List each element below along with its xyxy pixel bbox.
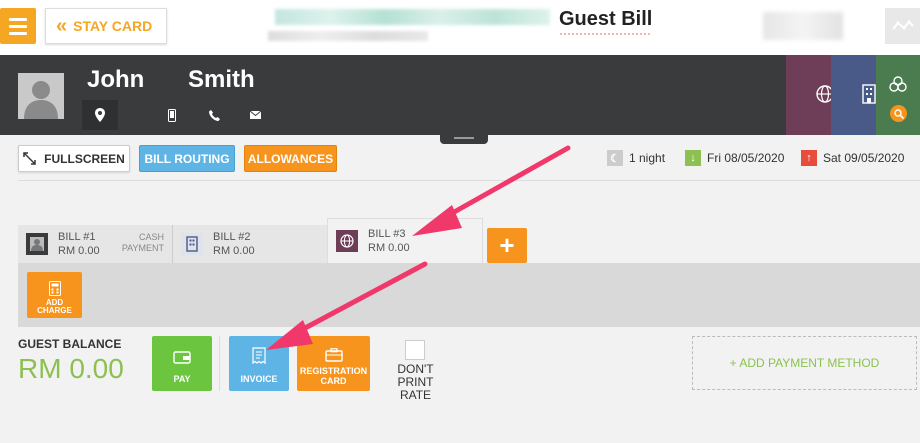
mobile-phone-icon	[168, 108, 176, 122]
arrival-date: Fri 08/05/2020	[707, 151, 785, 165]
bill-tab-2[interactable]: BILL #2 RM 0.00	[173, 225, 327, 263]
bill-routing-button[interactable]: BILL ROUTING	[139, 145, 235, 172]
globe-icon	[336, 230, 358, 252]
annotation-arrow-1	[437, 145, 571, 223]
person-icon	[26, 233, 48, 255]
moon-icon: ☾	[607, 150, 623, 166]
add-charge-line2: CHARGE	[37, 306, 72, 315]
bill-2-amount: RM 0.00	[213, 245, 255, 257]
add-charge-button[interactable]: ADD CHARGE	[27, 272, 82, 318]
user-info-redacted	[763, 12, 843, 40]
bill-3-amount: RM 0.00	[368, 242, 410, 254]
envelope-icon	[249, 111, 261, 119]
building-icon	[862, 84, 876, 104]
calculator-icon	[48, 281, 61, 296]
departure-date: Sat 09/05/2020	[823, 151, 905, 165]
dont-print-rate-label: DON'T PRINT RATE	[397, 362, 434, 402]
guest-last-name[interactable]: Smith	[188, 66, 255, 94]
briefcase-icon	[324, 348, 343, 362]
tile-web[interactable]	[786, 55, 834, 135]
location-button[interactable]	[82, 100, 118, 130]
email-button[interactable]	[240, 100, 270, 130]
search-badge[interactable]	[890, 105, 907, 122]
registration-line1: REGISTRATION	[299, 366, 368, 376]
hotel-name-redacted	[275, 9, 550, 25]
arrow-down-icon: ↓	[685, 150, 701, 166]
stay-card-button[interactable]: « STAY CARD	[45, 8, 167, 44]
wallet-icon	[173, 351, 191, 364]
tile-group[interactable]	[876, 55, 920, 135]
add-payment-method-button[interactable]: + ADD PAYMENT METHOD	[692, 336, 917, 390]
pay-button[interactable]: PAY	[152, 336, 212, 391]
arrow-up-icon: ↑	[801, 150, 817, 166]
guest-header: John Smith	[0, 55, 920, 135]
building-icon	[181, 233, 203, 255]
location-pin-icon	[95, 108, 105, 122]
bill-1-amount: RM 0.00	[58, 245, 100, 257]
phone-icon	[208, 109, 220, 121]
departure-info: ↑ Sat 09/05/2020	[801, 150, 904, 166]
invoice-button[interactable]: INVOICE	[229, 336, 289, 391]
fullscreen-label: FULLSCREEN	[44, 151, 125, 166]
add-bill-button[interactable]: +	[487, 228, 527, 263]
top-bar: « STAY CARD Guest Bill	[0, 0, 920, 55]
circles-icon	[889, 76, 907, 92]
guest-balance-label: GUEST BALANCE	[18, 337, 122, 351]
registration-line2: CARD	[320, 376, 347, 386]
bill-3-name: BILL #3	[368, 228, 406, 240]
activity-graph-icon	[892, 20, 914, 30]
mobile-button[interactable]	[157, 100, 187, 130]
tile-company[interactable]	[831, 55, 876, 135]
registration-card-button[interactable]: REGISTRATION CARD	[297, 336, 370, 391]
phone-button[interactable]	[199, 100, 229, 130]
title-underline	[560, 33, 650, 35]
activity-button[interactable]	[885, 8, 920, 44]
page-title: Guest Bill	[559, 8, 653, 30]
hamburger-icon	[9, 17, 27, 21]
fullscreen-button[interactable]: FULLSCREEN	[18, 145, 130, 172]
guest-balance-value: RM 0.00	[18, 353, 124, 384]
search-icon	[893, 108, 904, 119]
guest-first-name[interactable]: John	[87, 66, 144, 94]
bill-tab-3[interactable]: BILL #3 RM 0.00	[327, 218, 483, 263]
bill-1-name: BILL #1	[58, 231, 96, 243]
bill-1-payment-line1: CASH	[138, 232, 164, 242]
person-icon	[24, 81, 58, 119]
bill-tab-1[interactable]: BILL #1 RM 0.00 CASH PAYMENT	[18, 225, 172, 263]
charges-area	[18, 263, 920, 327]
separator	[219, 336, 220, 391]
bill-2-name: BILL #2	[213, 231, 251, 243]
nights-info: ☾ 1 night	[607, 150, 665, 166]
bill-1-payment-line2: PAYMENT	[121, 243, 164, 253]
divider	[18, 180, 920, 181]
nights-text: 1 night	[629, 151, 666, 165]
hotel-subtitle-redacted	[268, 31, 428, 41]
menu-button[interactable]	[0, 8, 36, 44]
invoice-label: INVOICE	[240, 374, 278, 384]
pay-label: PAY	[173, 374, 191, 384]
expand-icon	[23, 152, 36, 165]
receipt-icon	[252, 347, 266, 364]
avatar[interactable]	[18, 73, 64, 119]
stay-card-label: STAY CARD	[73, 18, 153, 34]
double-chevron-left-icon: «	[56, 14, 67, 37]
dont-print-rate-checkbox[interactable]	[405, 340, 425, 360]
allowances-button[interactable]: ALLOWANCES	[244, 145, 337, 172]
arrival-info: ↓ Fri 08/05/2020	[685, 150, 784, 166]
header-pull-tab[interactable]	[440, 134, 488, 144]
